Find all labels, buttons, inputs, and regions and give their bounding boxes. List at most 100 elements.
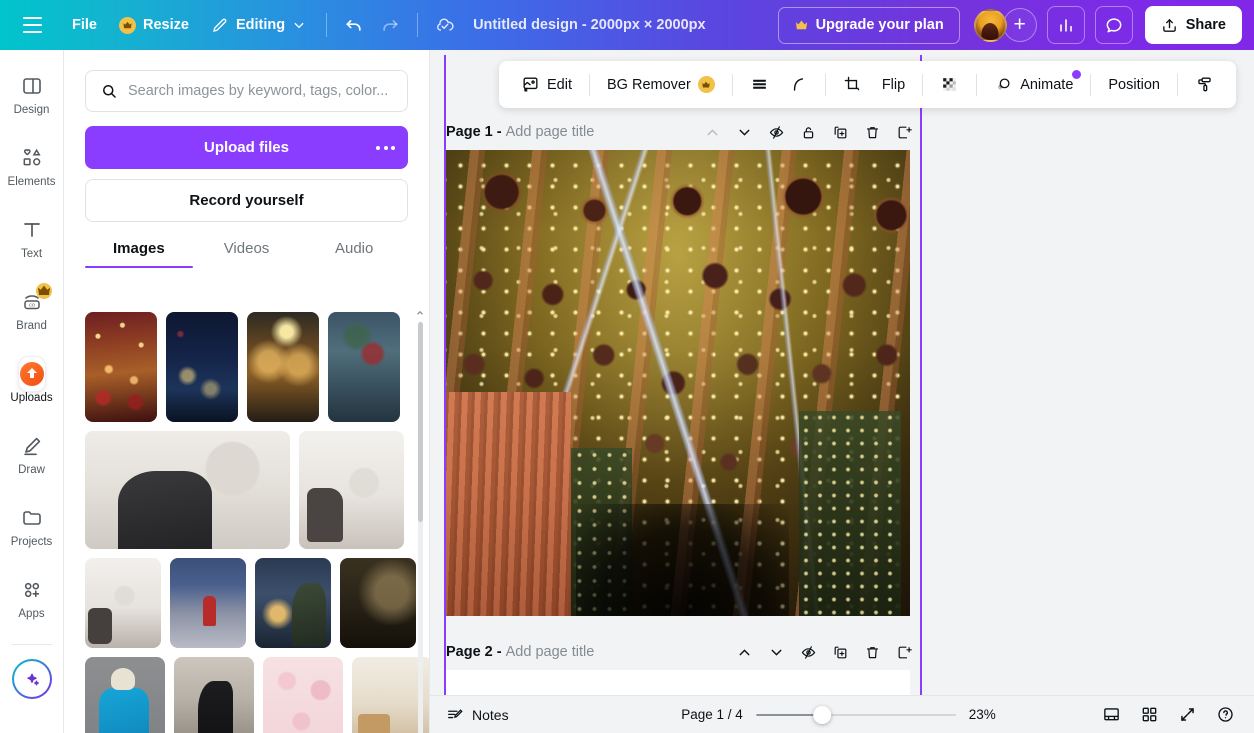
sidebar-item-draw[interactable]: Draw xyxy=(0,418,64,490)
sidebar-item-projects[interactable]: Projects xyxy=(0,490,64,562)
canvas-garland-right xyxy=(798,410,901,616)
style-button[interactable] xyxy=(1185,68,1224,102)
upload-thumbnail[interactable] xyxy=(85,312,157,422)
tab-audio[interactable]: Audio xyxy=(300,240,408,268)
delete-page[interactable] xyxy=(856,118,888,146)
help-question-icon[interactable] xyxy=(1208,700,1242,730)
sidebar-item-text[interactable]: Text xyxy=(0,202,64,274)
more-dots-icon[interactable] xyxy=(376,145,395,150)
toolbar-separator xyxy=(731,73,733,96)
upgrade-plan-button[interactable]: Upgrade your plan xyxy=(777,6,960,44)
hide-page[interactable] xyxy=(792,638,824,666)
move-page-up[interactable] xyxy=(696,118,728,146)
position-button[interactable]: Position xyxy=(1098,68,1170,102)
search-input[interactable] xyxy=(128,83,393,99)
hamburger-icon[interactable] xyxy=(12,5,52,45)
trash-icon xyxy=(866,126,878,138)
undo-icon[interactable] xyxy=(336,7,372,43)
page-title-1[interactable]: Page 1 - Add page title xyxy=(446,124,594,140)
canvas-dark-arch xyxy=(575,504,790,616)
grid-view-icon[interactable] xyxy=(1132,700,1166,730)
sidebar-item-label: Elements xyxy=(7,175,56,188)
move-page-down[interactable] xyxy=(728,118,760,146)
crop-icon xyxy=(844,76,860,91)
panel-scrollbar[interactable] xyxy=(417,308,423,733)
animate-circles-icon xyxy=(997,78,1010,90)
file-menu-button[interactable]: File xyxy=(61,8,108,42)
tab-videos[interactable]: Videos xyxy=(193,240,301,268)
canvas-image[interactable] xyxy=(446,150,910,616)
transparency-button[interactable] xyxy=(930,68,969,102)
bg-remover-button[interactable]: BG Remover xyxy=(597,68,725,102)
thumbnail-row xyxy=(85,558,416,648)
duplicate-page[interactable] xyxy=(824,118,856,146)
sidebar-item-elements[interactable]: Elements xyxy=(0,130,64,202)
selection-guide-left xyxy=(444,55,446,700)
upload-thumbnail[interactable] xyxy=(328,312,400,422)
animate-button[interactable]: Animate xyxy=(984,68,1083,102)
zoom-slider[interactable] xyxy=(755,705,956,724)
avatar[interactable] xyxy=(973,8,1007,42)
sidebar-item-apps[interactable]: Apps xyxy=(0,562,64,634)
chevron-up-icon[interactable] xyxy=(415,308,425,318)
plus-icon[interactable]: + xyxy=(1002,8,1037,42)
delete-page[interactable] xyxy=(856,638,888,666)
add-page-icon xyxy=(898,646,912,658)
page-view-icon[interactable] xyxy=(1094,700,1128,730)
sidebar-item-uploads[interactable]: Uploads xyxy=(0,346,64,418)
hide-page[interactable] xyxy=(760,118,792,146)
toolbar-separator xyxy=(976,73,978,96)
sidebar-item-brand[interactable]: co Brand xyxy=(0,274,64,346)
add-page[interactable] xyxy=(888,638,920,666)
move-page-up[interactable] xyxy=(728,638,760,666)
upload-thumbnail[interactable] xyxy=(299,431,404,549)
comment-bubble-icon[interactable] xyxy=(1094,6,1133,44)
move-page-down[interactable] xyxy=(760,638,792,666)
sidebar-item-label: Apps xyxy=(18,607,45,620)
upload-thumbnail[interactable] xyxy=(263,657,343,733)
upload-thumbnail[interactable] xyxy=(255,558,331,648)
search-box[interactable] xyxy=(85,70,408,112)
record-yourself-button[interactable]: Record yourself xyxy=(85,179,408,222)
adjust-button[interactable] xyxy=(740,68,779,102)
upload-thumbnail[interactable] xyxy=(247,312,319,422)
notes-button[interactable]: Notes xyxy=(446,706,509,724)
page-title-placeholder[interactable]: Add page title xyxy=(506,644,595,660)
bar-chart-icon[interactable] xyxy=(1046,6,1085,44)
upload-thumbnail[interactable] xyxy=(85,657,165,733)
upload-thumbnail[interactable] xyxy=(174,657,254,733)
upload-thumbnail[interactable] xyxy=(166,312,238,422)
canvas-curtain xyxy=(446,392,572,616)
scrollbar-thumb[interactable] xyxy=(418,322,423,522)
magic-sparkle-icon[interactable] xyxy=(12,659,52,699)
editing-mode-button[interactable]: Editing xyxy=(200,8,317,42)
add-page[interactable] xyxy=(888,118,920,146)
upload-thumbnail[interactable] xyxy=(340,558,416,648)
redo-icon[interactable] xyxy=(372,7,408,43)
cloud-saved-icon[interactable] xyxy=(427,7,463,43)
design-layout-icon xyxy=(19,73,45,99)
sidebar-item-design[interactable]: Design xyxy=(0,58,64,130)
upload-thumbnail[interactable] xyxy=(85,558,161,648)
design-title[interactable]: Untitled design - 2000px × 2000px xyxy=(463,17,716,33)
share-button[interactable]: Share xyxy=(1144,6,1242,44)
lock-page[interactable] xyxy=(792,118,824,146)
crop-button[interactable] xyxy=(833,68,872,102)
resize-button[interactable]: Resize xyxy=(108,8,200,42)
edit-image-button[interactable]: Edit xyxy=(511,68,582,102)
design-canvas-page-1[interactable] xyxy=(446,150,910,616)
duplicate-page[interactable] xyxy=(824,638,856,666)
bottom-bar: Notes Page 1 / 4 23% xyxy=(430,695,1254,733)
chevron-down-icon xyxy=(739,129,749,136)
page-title-placeholder[interactable]: Add page title xyxy=(506,124,595,140)
upload-files-button[interactable]: Upload files xyxy=(85,126,408,169)
upload-thumbnail[interactable] xyxy=(170,558,246,648)
expand-arrows-icon[interactable] xyxy=(1170,700,1204,730)
page-title-2[interactable]: Page 2 - Add page title xyxy=(446,644,594,660)
curve-button[interactable] xyxy=(779,68,818,102)
zoom-slider-handle[interactable] xyxy=(812,705,831,724)
flip-button[interactable]: Flip xyxy=(872,68,915,102)
share-label: Share xyxy=(1185,17,1226,33)
tab-images[interactable]: Images xyxy=(85,240,193,268)
upload-thumbnail[interactable] xyxy=(85,431,290,549)
